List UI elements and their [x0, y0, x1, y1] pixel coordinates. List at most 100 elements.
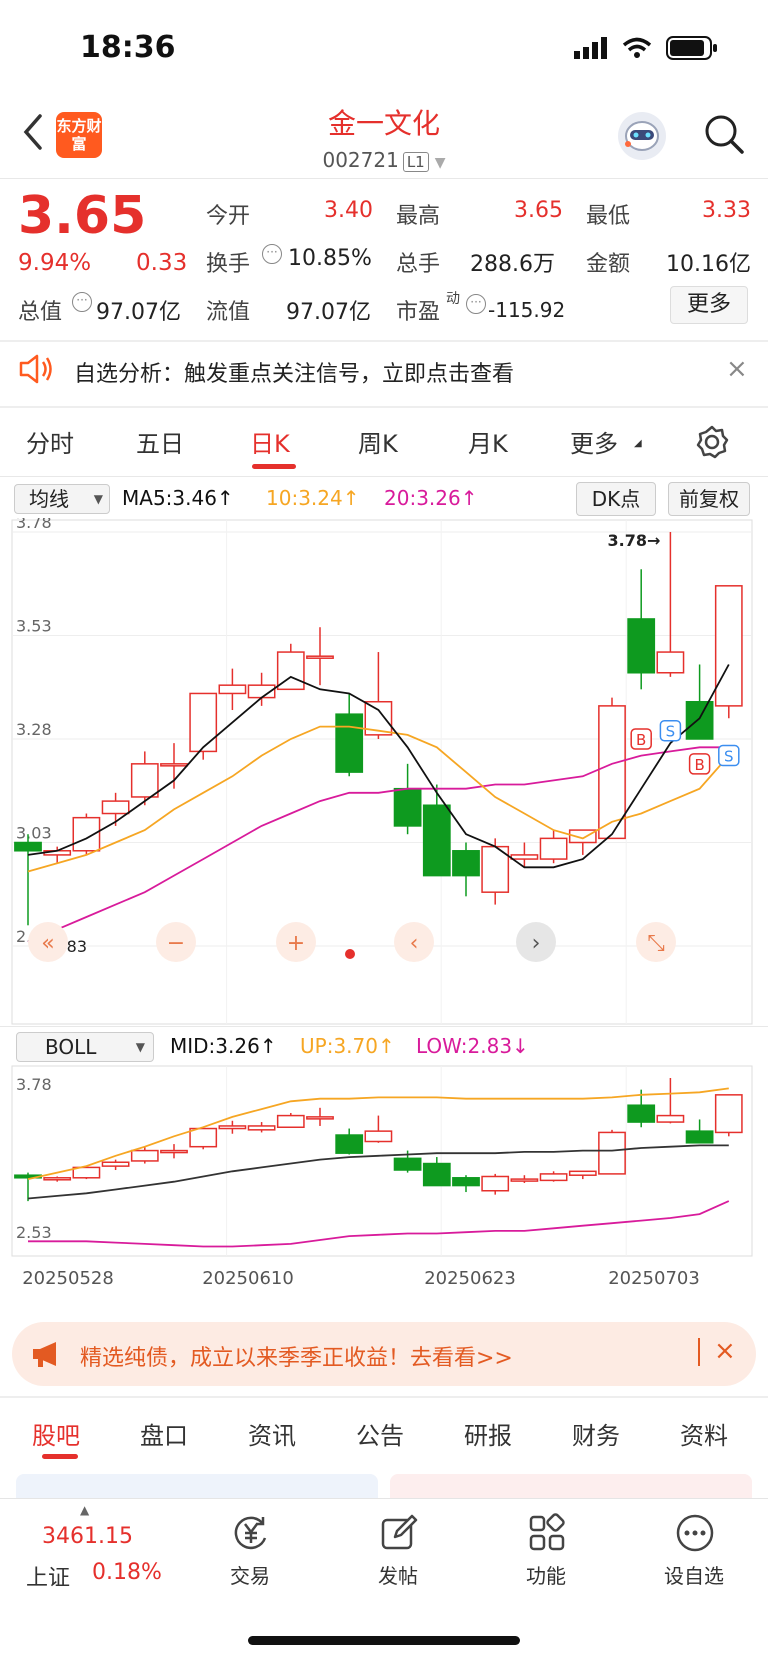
caret-down-icon: ▼: [434, 155, 446, 171]
active-tab-underline: [42, 1454, 78, 1459]
candle-body: [481, 1175, 510, 1192]
y-tick-label: 3.78: [16, 518, 52, 532]
chart-control-label[interactable]: +: [287, 931, 305, 956]
signal-marker-label: S: [724, 748, 734, 766]
banner-text[interactable]: 精选纯债，成立以来季季正收益！去看看>>: [80, 1340, 513, 1372]
candle-body: [393, 1157, 422, 1171]
nav-post[interactable]: 发帖: [348, 1560, 448, 1589]
more-button[interactable]: 更多: [670, 286, 748, 324]
chart-control-label[interactable]: −: [167, 931, 185, 956]
tab-weekly-k[interactable]: 周K: [358, 424, 398, 459]
tab-announcements[interactable]: 公告: [356, 1416, 404, 1451]
tab-profile[interactable]: 资料: [680, 1416, 728, 1451]
boll-chart[interactable]: 3.78 2.53 20250528 20250610 20250623 20250703: [0, 1064, 768, 1310]
chart-control-label[interactable]: ⤡: [647, 931, 665, 956]
boll-up-value: UP:3.70↑: [300, 1034, 395, 1058]
candlestick-chart[interactable]: 3.783.533.283.032.78BSBS3.78→⇐2.83«−+‹›⤡: [0, 518, 768, 1026]
x-tick-label: 20250610: [202, 1268, 294, 1289]
candle-body: [714, 585, 743, 707]
tab-intraday[interactable]: 分时: [26, 424, 74, 459]
tab-guba[interactable]: 股吧: [32, 1416, 80, 1451]
tab-more[interactable]: 更多: [570, 424, 618, 459]
divider: [0, 476, 768, 477]
info-icon[interactable]: ···: [466, 294, 486, 314]
tab-research[interactable]: 研报: [464, 1416, 512, 1451]
candle-body: [101, 800, 130, 815]
more-dots-icon[interactable]: [674, 1512, 716, 1554]
index-value[interactable]: 3461.15: [42, 1524, 133, 1549]
tab-news[interactable]: 资讯: [248, 1416, 296, 1451]
close-icon[interactable]: ×: [714, 1336, 736, 1366]
candle-body: [335, 1134, 364, 1154]
settings-gear-icon[interactable]: [694, 424, 730, 460]
candle-body: [598, 1131, 626, 1175]
functions-grid-icon[interactable]: [526, 1512, 568, 1554]
ma20-value: 20:3.26↑: [384, 486, 478, 510]
tab-daily-k[interactable]: 日K: [250, 424, 290, 459]
pe-superscript: 动: [446, 291, 460, 307]
notice-text[interactable]: 自选分析：触发重点关注信号，立即点击查看: [74, 356, 514, 388]
candle-body: [306, 655, 334, 659]
float-label: 流值: [206, 300, 251, 325]
nav-trade[interactable]: 交易: [200, 1560, 300, 1589]
ma10-value: 10:3.24↑: [266, 486, 360, 510]
chart-control-label[interactable]: «: [41, 931, 54, 956]
low-label: 最低: [586, 204, 631, 229]
candle-body: [422, 804, 451, 877]
pe-value: -115.92: [488, 298, 566, 322]
nav-functions[interactable]: 功能: [496, 1560, 596, 1589]
caret-down-icon: ▼: [93, 492, 103, 506]
arrow-up-icon: ▲: [80, 1503, 90, 1517]
change-percent: 9.94%: [18, 250, 92, 276]
candle-body: [101, 1161, 130, 1167]
x-tick-label: 20250703: [608, 1268, 700, 1289]
chart-control-label[interactable]: ›: [532, 931, 541, 956]
index-percent[interactable]: 0.18%: [92, 1560, 162, 1585]
tab-finance[interactable]: 财务: [572, 1416, 620, 1451]
nav-add-watchlist[interactable]: 设自选: [644, 1560, 744, 1589]
triangle-icon: ◢: [634, 438, 642, 449]
tab-five-day[interactable]: 五日: [136, 424, 184, 459]
candle-body: [43, 1177, 72, 1181]
candle-body: [714, 1094, 743, 1134]
chart-control-label[interactable]: ‹: [410, 931, 419, 956]
battery-icon: [666, 36, 717, 60]
index-name[interactable]: 上证: [26, 1560, 70, 1592]
page-dot: [345, 949, 355, 959]
post-edit-icon[interactable]: [378, 1512, 420, 1554]
trade-yuan-icon[interactable]: [230, 1512, 272, 1554]
turnover-label: 换手: [206, 252, 251, 277]
candle-body: [276, 1114, 305, 1128]
candle-body: [539, 837, 568, 860]
candle-body: [627, 618, 656, 674]
y-tick-label: 3.28: [16, 720, 52, 739]
tab-pankou[interactable]: 盘口: [140, 1416, 188, 1451]
candle-body: [510, 1178, 539, 1182]
candle-body: [189, 1127, 218, 1148]
volume-label: 总手: [396, 252, 441, 277]
sub-indicator-select[interactable]: BOLL ▼: [16, 1032, 154, 1062]
dk-point-button[interactable]: DK点: [576, 482, 656, 516]
home-indicator: [248, 1636, 520, 1645]
indicator-select[interactable]: 均线 ▼: [14, 484, 110, 514]
tab-monthly-k[interactable]: 月K: [468, 424, 508, 459]
high-label: 最高: [396, 204, 441, 229]
volume-value: 288.6万: [470, 252, 555, 277]
turnover-value: 10.85%: [288, 246, 372, 271]
signal-marker-label: S: [666, 723, 676, 741]
candle-body: [685, 700, 714, 740]
close-icon[interactable]: ×: [726, 354, 748, 384]
stock-code: 002721: [322, 148, 399, 172]
info-icon[interactable]: ···: [72, 292, 92, 312]
current-price: 3.65: [18, 186, 147, 246]
candle-body: [335, 713, 364, 773]
candle-body: [656, 1114, 685, 1123]
adjust-button[interactable]: 前复权: [668, 482, 750, 516]
indicator-select-label: 均线: [29, 487, 69, 511]
y-tick-label: 2.53: [16, 1223, 52, 1242]
candle-body: [218, 684, 247, 695]
pe-label: 市盈: [396, 300, 441, 325]
info-icon[interactable]: ···: [262, 244, 282, 264]
search-icon[interactable]: [702, 112, 746, 156]
assistant-robot-icon[interactable]: [618, 112, 666, 160]
